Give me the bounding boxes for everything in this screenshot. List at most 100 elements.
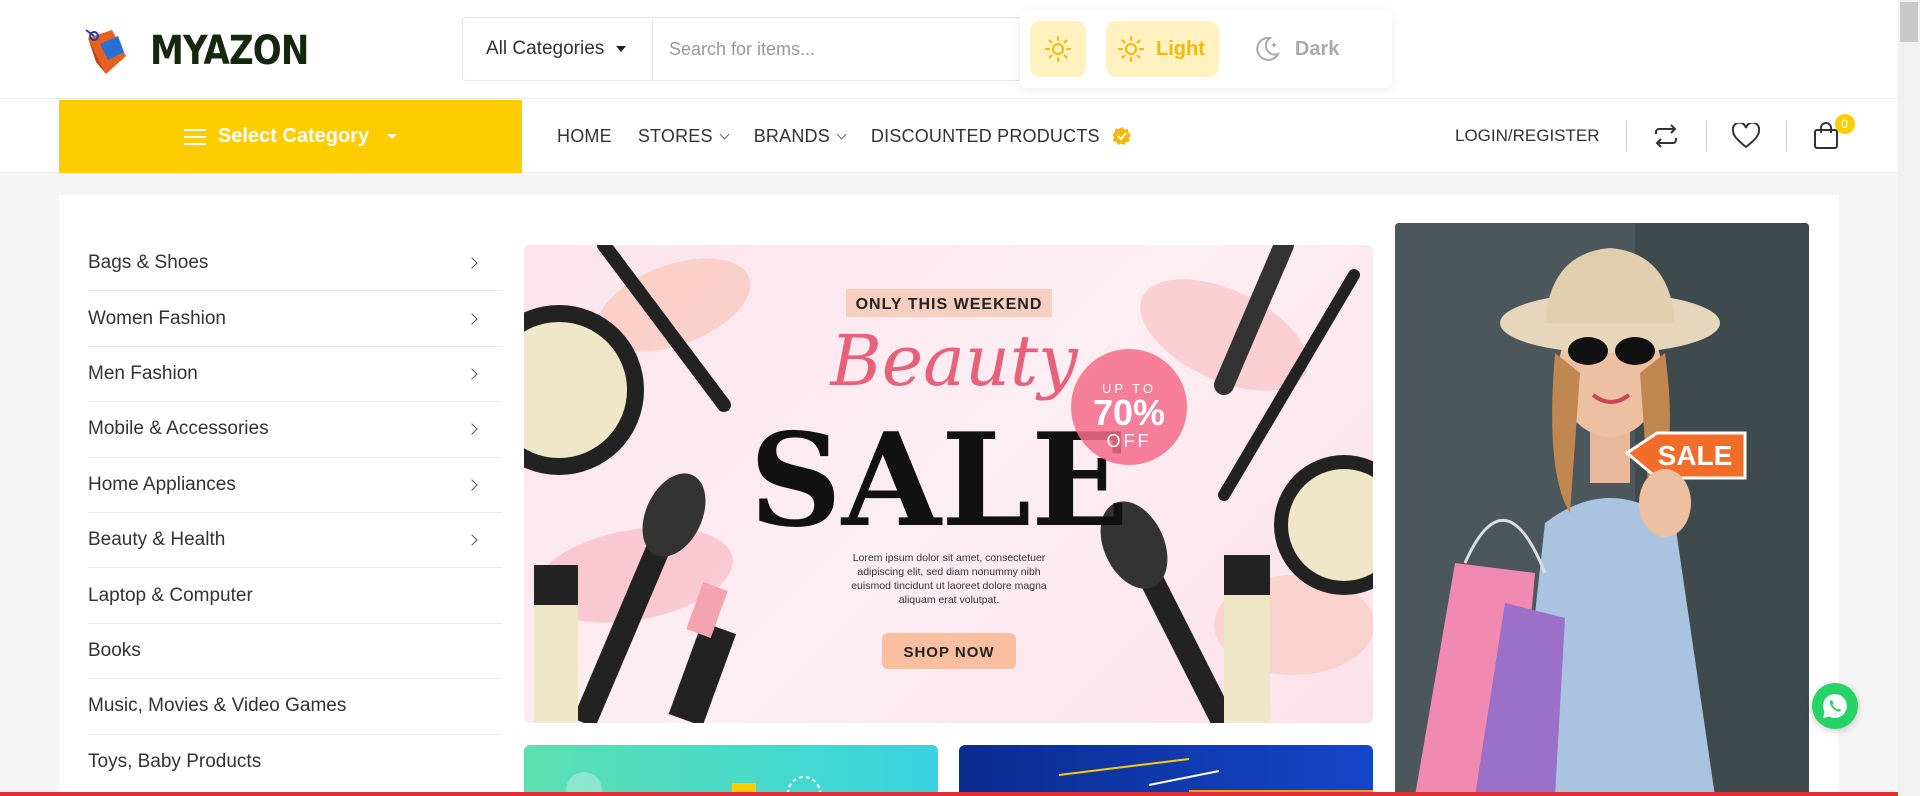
- chevron-right-icon: [466, 368, 478, 380]
- lipstick: [668, 621, 737, 723]
- nav-stores[interactable]: STORES: [637, 125, 730, 147]
- banner-body-line: aliquam erat volutpat.: [899, 594, 999, 606]
- category-item-men-fashion[interactable]: Men Fashion: [88, 347, 502, 403]
- wishlist-button[interactable]: [1707, 123, 1786, 149]
- fashion-sale-banner[interactable]: SALE: [1395, 223, 1809, 796]
- sun-icon: [1045, 36, 1071, 62]
- sun-icon: [1118, 36, 1144, 62]
- nav-discounted-products[interactable]: DISCOUNTED PRODUCTS: [871, 126, 1132, 147]
- search-input[interactable]: [653, 38, 1021, 60]
- promo-banner-green[interactable]: [524, 745, 938, 796]
- compare-icon: [1655, 124, 1678, 148]
- nav-discounted-label: DISCOUNTED PRODUCTS: [870, 125, 1100, 146]
- discount-off: OFF: [1107, 431, 1152, 451]
- category-item-music-movies-games[interactable]: Music, Movies & Video Games: [88, 679, 502, 735]
- nav-home-label: HOME: [557, 125, 612, 146]
- foundation-bottle: [534, 585, 578, 723]
- chevron-down-icon: [719, 129, 730, 139]
- banner-body-line: euismod tincidunt ut laoreet dolore magn…: [851, 580, 1047, 592]
- cart-count-badge: 0: [1834, 114, 1855, 134]
- whatsapp-icon: [1822, 693, 1847, 718]
- category-sidebar: Bags & Shoes Women Fashion Men Fashion M…: [88, 236, 502, 790]
- beauty-sale-banner[interactable]: ONLY THIS WEEKEND Beauty SALE UP TO 70% …: [524, 245, 1373, 723]
- caret-down-icon: [387, 134, 398, 139]
- scrollbar-thumb[interactable]: [1900, 2, 1918, 42]
- light-mode-button[interactable]: Light: [1106, 21, 1219, 77]
- user-actions: LOGIN/REGISTER 0: [1455, 99, 1866, 173]
- banner-body-line: adipiscing elit, sed diam nonummy nibh: [857, 566, 1040, 578]
- select-category-label: Select Category: [217, 125, 370, 147]
- nav-brands[interactable]: BRANDS: [753, 125, 847, 147]
- category-label: Toys, Baby Products: [88, 751, 262, 773]
- category-label: Music, Movies & Video Games: [88, 695, 347, 717]
- banner-tagline: ONLY THIS WEEKEND: [856, 296, 1043, 313]
- cart-button[interactable]: 0: [1787, 114, 1866, 150]
- sunglasses-lens: [1568, 337, 1608, 365]
- nav-stores-label: STORES: [637, 125, 713, 146]
- main-nav: Select Category HOME STORES BRANDS DISCO…: [0, 99, 1898, 173]
- category-label: Laptop & Computer: [88, 584, 253, 606]
- caret-down-icon: [616, 46, 627, 52]
- category-item-home-appliances[interactable]: Home Appliances: [88, 458, 502, 513]
- discount-badge-icon: [1112, 127, 1131, 145]
- promo-decoration: [1148, 770, 1220, 786]
- sale-tag-text: SALE: [1658, 440, 1733, 471]
- compare-button[interactable]: [1627, 124, 1706, 148]
- banner-big-title: SALE: [749, 406, 1128, 556]
- category-label: Women Fashion: [88, 307, 226, 329]
- nav-brands-label: BRANDS: [753, 125, 830, 146]
- top-header: MYAZON All Categories Search for items..…: [0, 0, 1898, 99]
- moon-icon: [1256, 36, 1280, 61]
- category-label: Bags & Shoes: [88, 252, 209, 274]
- category-item-beauty-health[interactable]: Beauty & Health: [88, 513, 502, 569]
- category-item-women-fashion[interactable]: Women Fashion: [88, 291, 502, 347]
- light-mode-label: Light: [1156, 37, 1205, 60]
- dark-mode-label: Dark: [1294, 37, 1340, 60]
- category-label: Men Fashion: [88, 362, 198, 384]
- category-item-laptop-computer[interactable]: Laptop & Computer: [88, 568, 502, 624]
- nav-home[interactable]: HOME: [557, 126, 612, 147]
- search-bar: All Categories: [462, 17, 1022, 81]
- category-label: Mobile & Accessories: [88, 418, 269, 440]
- category-item-bags-shoes[interactable]: Bags & Shoes: [88, 236, 502, 292]
- chevron-right-icon: [466, 479, 478, 491]
- bottom-accent-line: [0, 792, 1898, 796]
- shop-now-button[interactable]: SHOP NOW: [903, 644, 994, 661]
- select-category-button[interactable]: Select Category: [59, 100, 522, 173]
- dark-mode-button[interactable]: Dark: [1239, 21, 1339, 77]
- category-dropdown[interactable]: All Categories: [463, 18, 653, 80]
- page-scrollbar[interactable]: [1898, 0, 1920, 796]
- whatsapp-chat-button[interactable]: [1812, 683, 1858, 729]
- discount-value: 70%: [1093, 392, 1165, 433]
- login-register-link[interactable]: LOGIN/REGISTER: [1455, 126, 1626, 146]
- heart-icon: [1732, 123, 1761, 149]
- category-item-toys-baby[interactable]: Toys, Baby Products: [88, 735, 502, 790]
- foundation-cap: [534, 565, 578, 605]
- category-item-mobile-accessories[interactable]: Mobile & Accessories: [88, 402, 502, 458]
- category-item-books[interactable]: Books: [88, 624, 502, 680]
- promo-decoration: [1058, 758, 1190, 776]
- chevron-right-icon: [466, 257, 478, 269]
- foundation-cap: [1224, 555, 1270, 595]
- nav-menu: HOME STORES BRANDS DISCOUNTED PRODUCTS: [557, 99, 1132, 173]
- hamburger-icon: [183, 128, 206, 145]
- theme-sun-button[interactable]: [1030, 21, 1086, 77]
- chevron-right-icon: [466, 534, 478, 546]
- banner-script-title: Beauty: [828, 320, 1079, 402]
- promo-blue-artwork: [1058, 758, 1373, 796]
- foundation-bottle: [1224, 575, 1270, 723]
- site-logo[interactable]: MYAZON: [78, 22, 336, 80]
- logo-icon: [85, 29, 126, 74]
- banner-body-line: Lorem ipsum dolor sit amet, consectetuer: [853, 552, 1046, 564]
- chevron-down-icon: [836, 129, 847, 139]
- banner-artwork: ONLY THIS WEEKEND Beauty SALE UP TO 70% …: [524, 245, 1373, 723]
- category-label: Home Appliances: [88, 473, 236, 495]
- chevron-right-icon: [466, 423, 478, 436]
- theme-toggle: Light Dark: [1020, 10, 1392, 88]
- category-label: Books: [88, 639, 141, 661]
- sunglasses-lens: [1615, 337, 1655, 365]
- promo-banner-blue[interactable]: [959, 745, 1373, 796]
- makeup-brush: [1133, 559, 1235, 723]
- logo-text: MYAZON: [150, 28, 309, 74]
- category-dropdown-label: All Categories: [486, 38, 605, 59]
